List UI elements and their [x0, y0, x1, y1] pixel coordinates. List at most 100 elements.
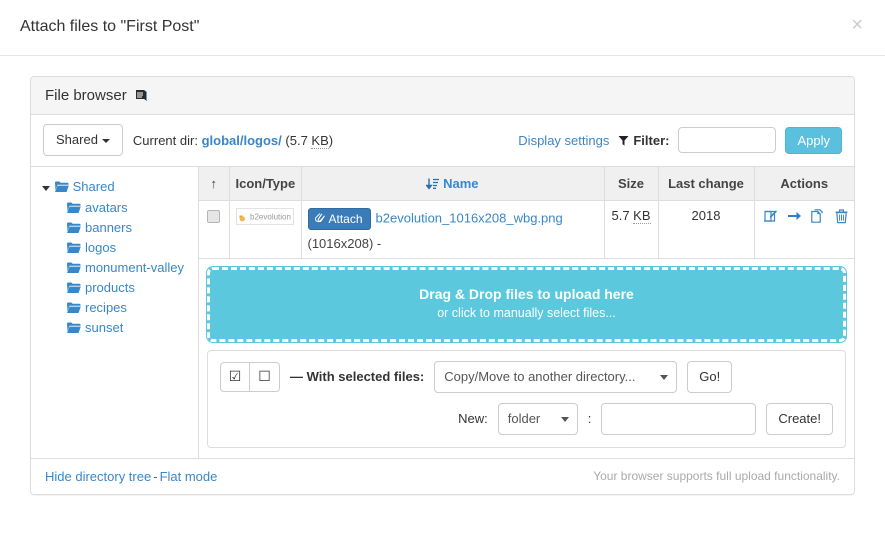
- new-separator: :: [587, 411, 592, 427]
- book-icon[interactable]: [134, 89, 149, 103]
- filter-label: Filter:: [618, 133, 669, 148]
- browser-main: Shared avatars banners logos monument-va…: [31, 167, 854, 458]
- folder-icon: [67, 299, 81, 314]
- breadcrumb-sep-2: /: [278, 132, 282, 148]
- tree-item-banners[interactable]: banners: [41, 218, 190, 238]
- folder-icon: [67, 259, 81, 274]
- new-type-select[interactable]: folder: [497, 402, 578, 435]
- column-actions: Actions: [753, 167, 854, 201]
- tree-item-logos[interactable]: logos: [41, 238, 190, 258]
- root-selector-label: Shared: [56, 132, 98, 147]
- column-size[interactable]: Size: [603, 167, 658, 201]
- upload-dropzone[interactable]: Drag & Drop files to upload here or clic…: [206, 265, 847, 343]
- column-name-label: Name: [443, 176, 479, 192]
- apply-filter-button[interactable]: Apply: [785, 126, 842, 154]
- tree-item-label: avatars: [85, 200, 128, 216]
- close-icon[interactable]: ×: [845, 13, 869, 37]
- dropzone-subtitle: or click to manually select files...: [437, 305, 616, 320]
- file-thumbnail[interactable]: b2evolution: [236, 207, 294, 225]
- file-browser-panel: File browser Shared Current dir: global /…: [30, 76, 855, 495]
- tree-item-label: monument-valley: [85, 260, 184, 276]
- bulk-go-button[interactable]: Go!: [687, 360, 733, 393]
- dir-size-close: ): [328, 132, 334, 148]
- column-last-change[interactable]: Last change: [657, 167, 754, 201]
- table-header-row: ↑ Icon/Type Name Size Last change Action…: [199, 167, 854, 201]
- directory-tree: Shared avatars banners logos monument-va…: [31, 167, 199, 458]
- display-settings-link[interactable]: Display settings: [518, 133, 609, 148]
- column-order[interactable]: ↑: [199, 167, 229, 201]
- file-size: 5.7: [611, 207, 634, 223]
- tree-item-label: products: [85, 280, 135, 296]
- row-thumbnail-cell: b2evolution: [228, 200, 301, 259]
- tree-item-sunset[interactable]: sunset: [41, 318, 190, 338]
- create-button[interactable]: Create!: [766, 402, 833, 435]
- thumbnail-label: b2evolution: [250, 212, 291, 222]
- row-select-cell: [199, 200, 229, 259]
- column-icon-type[interactable]: Icon/Type: [228, 167, 301, 201]
- current-dir-label: Current dir:: [132, 132, 198, 148]
- bulk-action-select-wrapper: Copy/Move to another directory...: [434, 360, 678, 393]
- check-all-button[interactable]: ☑: [220, 361, 250, 392]
- row-checkbox[interactable]: [207, 210, 221, 224]
- expand-toggle-icon[interactable]: [41, 177, 51, 197]
- filter-input[interactable]: [678, 127, 777, 154]
- bulk-actions-row: ☑ ☐ — With selected files: Copy/Move to …: [220, 360, 833, 393]
- row-name-cell: Attach b2evolution_1016x208_wbg.png (101…: [300, 200, 604, 259]
- new-name-input[interactable]: [601, 402, 757, 435]
- panel-footer: Hide directory tree - Flat mode Your bro…: [31, 457, 854, 494]
- panel-heading: File browser: [31, 77, 854, 115]
- tree-item-avatars[interactable]: avatars: [41, 198, 190, 218]
- copy-icon[interactable]: [810, 209, 825, 224]
- tree-item-label: recipes: [85, 300, 127, 316]
- tree-item-monument-valley[interactable]: monument-valley: [41, 258, 190, 278]
- root-selector-button[interactable]: Shared: [43, 124, 123, 157]
- flat-mode-link[interactable]: Flat mode: [160, 469, 218, 484]
- uncheck-all-button[interactable]: ☐: [250, 361, 280, 392]
- bulk-action-select[interactable]: Copy/Move to another directory...: [434, 360, 678, 393]
- tree-item-label: banners: [85, 220, 132, 236]
- folder-icon: [67, 239, 81, 254]
- file-name-link[interactable]: b2evolution_1016x208_wbg.png: [376, 210, 563, 225]
- folder-icon: [67, 279, 81, 294]
- dir-size-unit: KB: [311, 132, 329, 149]
- attach-button[interactable]: Attach: [307, 207, 371, 230]
- b2evolution-logo-icon: [239, 213, 249, 222]
- toolbar-right: Display settings Filter: Apply: [518, 126, 842, 154]
- tree-item-products[interactable]: products: [41, 278, 190, 298]
- filter-icon: [618, 135, 629, 146]
- dropzone-title: Drag & Drop files to upload here: [419, 285, 634, 302]
- breadcrumb-logos[interactable]: logos: [243, 133, 278, 148]
- modal-body: File browser Shared Current dir: global /…: [0, 56, 885, 515]
- panel-title: File browser: [45, 87, 127, 104]
- new-label: New:: [458, 411, 488, 427]
- page-title: Attach files to "First Post": [20, 18, 200, 36]
- attach-files-modal: Attach files to "First Post" × File brow…: [0, 0, 885, 515]
- dir-size-open: (5.7: [285, 132, 312, 148]
- upload-support-note: Your browser supports full upload functi…: [593, 469, 840, 484]
- row-size-cell: 5.7 KB: [603, 200, 658, 259]
- tree-item-recipes[interactable]: recipes: [41, 298, 190, 318]
- delete-icon[interactable]: [834, 209, 848, 224]
- move-icon[interactable]: [787, 209, 802, 224]
- filter-text: Filter:: [633, 132, 670, 148]
- column-name[interactable]: Name: [300, 167, 604, 201]
- attach-button-label: Attach: [328, 211, 363, 226]
- tree-item-label: logos: [85, 240, 117, 256]
- sort-desc-icon: [425, 176, 443, 191]
- breadcrumb-global[interactable]: global: [202, 133, 240, 148]
- table-row: b2evolution Attach b2evolution_1016x208_…: [199, 200, 854, 259]
- row-date-cell: 2018: [657, 200, 754, 259]
- tree-item-label: sunset: [85, 320, 124, 336]
- bulk-actions-box: ☑ ☐ — With selected files: Copy/Move to …: [207, 349, 846, 448]
- hide-directory-tree-link[interactable]: Hide directory tree: [45, 469, 151, 484]
- breadcrumb: Current dir: global/logos/ (5.7 KB): [132, 132, 334, 149]
- folder-icon: [67, 319, 81, 334]
- folder-icon: [54, 178, 69, 193]
- modal-header: Attach files to "First Post" ×: [0, 0, 885, 56]
- file-size-unit: KB: [633, 207, 651, 224]
- footer-separator: -: [153, 468, 158, 484]
- tree-item-label: Shared: [72, 179, 115, 195]
- edit-icon[interactable]: [761, 209, 778, 224]
- tree-item-shared[interactable]: Shared: [41, 177, 190, 197]
- file-list-area: ↑ Icon/Type Name Size Last change Action…: [199, 167, 854, 458]
